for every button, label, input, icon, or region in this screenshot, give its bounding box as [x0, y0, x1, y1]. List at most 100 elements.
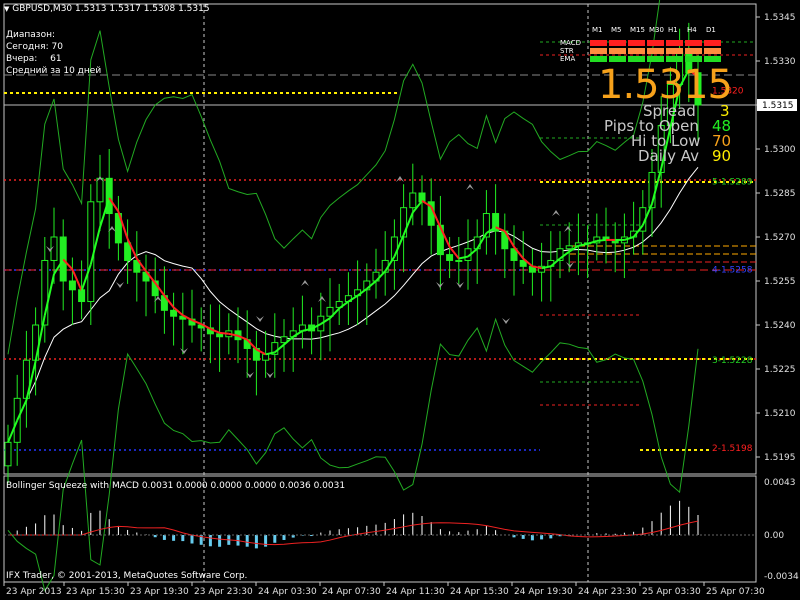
range-title: Диапазон:	[6, 30, 56, 40]
candle-body	[78, 289, 86, 303]
daily-av-value: 90	[712, 147, 732, 165]
price-tick-label: 1.5330	[764, 57, 796, 67]
fractal-marker	[116, 282, 124, 288]
today-row: Сегодня: 70	[6, 42, 63, 52]
bollinger-bands	[7, 0, 699, 592]
matrix-timeframe-label: M1	[592, 26, 603, 34]
price-tick-label: 1.5270	[764, 233, 796, 243]
daily-av-row: Daily Av	[638, 147, 699, 165]
pivot-label: 5-1.5289	[712, 177, 753, 187]
time-tick-label: 24 Apr 11:30	[386, 587, 445, 597]
matrix-cell	[704, 48, 721, 54]
candle-body	[455, 259, 463, 262]
price-tick-label: 1.5240	[764, 321, 796, 331]
candle-body	[446, 254, 454, 261]
current-price-tag-label: 1.5315	[762, 101, 794, 111]
matrix-timeframe-label: H4	[687, 26, 697, 34]
trend-segment	[596, 238, 607, 242]
candle-body	[409, 192, 417, 209]
candle-body	[59, 236, 67, 282]
macd-tick-label: 0.00	[764, 531, 784, 541]
symbol-marker-icon: ▼	[4, 5, 10, 13]
matrix-timeframe-label: D1	[706, 26, 716, 34]
yesterday-row: Вчера: 61	[6, 54, 62, 64]
price-axis: 1.5345 1.5330 1.5315 1.5300 1.5285 1.5270 1.52…	[756, 13, 799, 582]
trend-segment	[219, 331, 229, 335]
fractal-marker	[266, 372, 274, 378]
time-tick-label: 25 Apr 07:30	[706, 587, 765, 597]
fractal-marker	[566, 262, 574, 268]
matrix-cell	[666, 40, 683, 46]
time-axis: 23 Apr 2013 23 Apr 15:30 23 Apr 19:30 23 Ap…	[3, 582, 765, 597]
fractal-marker	[456, 282, 464, 288]
avg-range-row: Средний за 10 дней	[6, 66, 102, 76]
time-tick-label: 24 Apr 23:30	[578, 587, 637, 597]
price-tick-label: 1.5255	[764, 277, 796, 287]
matrix-cell	[685, 48, 702, 54]
time-tick-label: 24 Apr 07:30	[322, 587, 381, 597]
matrix-cell	[647, 48, 664, 54]
matrix-cell	[666, 48, 683, 54]
price-tick-label: 1.5300	[764, 145, 796, 155]
fractal-marker	[502, 318, 510, 324]
candle-body	[418, 192, 426, 203]
fractal-marker	[466, 184, 474, 190]
fractal-marker	[180, 348, 188, 354]
copyright: IFX Trader, © 2001-2013, MetaQuotes Soft…	[6, 571, 248, 581]
matrix-cell	[704, 40, 721, 46]
matrix-timeframe-label: H1	[668, 26, 678, 34]
macd-tick-label: 0.0043	[764, 478, 796, 488]
fractal-marker	[564, 226, 572, 232]
time-tick-label: 23 Apr 2013	[6, 587, 62, 597]
time-tick-label: 24 Apr 15:30	[450, 587, 509, 597]
matrix-row-label: STR	[560, 47, 574, 55]
candle-body	[4, 441, 12, 467]
matrix-row-label: MACD	[560, 39, 581, 47]
matrix-timeframe-label: M30	[649, 26, 664, 34]
time-tick-label: 24 Apr 19:30	[514, 587, 573, 597]
time-tick-label: 23 Apr 19:30	[130, 587, 189, 597]
candle-body	[170, 309, 178, 317]
candle-body	[105, 177, 113, 215]
pivot-label: 2-1.5198	[712, 444, 753, 454]
candle-body	[565, 245, 573, 250]
macd-histogram	[4, 500, 756, 549]
matrix-cell	[685, 40, 702, 46]
fractal-marker	[301, 280, 309, 286]
matrix-row-label: EMA	[560, 55, 575, 63]
price-tick-label: 1.5225	[764, 365, 796, 375]
matrix-cell	[647, 40, 664, 46]
trend-segment	[587, 239, 598, 245]
fractal-marker	[396, 176, 404, 182]
time-tick-label: 23 Apr 23:30	[194, 587, 253, 597]
matrix-cell	[590, 40, 607, 46]
fractal-marker	[256, 316, 264, 322]
matrix-cell	[628, 40, 645, 46]
price-tick-label: 1.5210	[764, 409, 796, 419]
price-tick-label: 1.5195	[764, 453, 796, 463]
candle-body	[216, 333, 224, 338]
symbol-line: GBPUSD,M30 1.5313 1.5317 1.5308 1.5315	[12, 4, 210, 14]
fractal-marker	[552, 210, 560, 216]
candle-body	[262, 353, 270, 361]
matrix-cell	[628, 48, 645, 54]
matrix-timeframe-label: M15	[630, 26, 645, 34]
trend-line	[7, 68, 699, 443]
fractal-marker	[318, 296, 326, 302]
price-tick-label: 1.5345	[764, 13, 796, 23]
candle-body	[87, 201, 95, 303]
symbol-header: ▼ GBPUSD,M30 1.5313 1.5317 1.5308 1.5315	[4, 3, 210, 15]
pivot-label: 4-1.5258	[712, 265, 753, 275]
macd-title: Bollinger Squeeze with MACD 0.0031 0.000…	[6, 481, 346, 491]
matrix-cell	[609, 40, 626, 46]
time-tick-label: 25 Apr 03:30	[642, 587, 701, 597]
signal-matrix: M1 M5 M15 M30 H1 H4 D1 MACDSTREMA	[560, 26, 721, 63]
matrix-cell	[590, 48, 607, 54]
candle-body	[68, 280, 76, 291]
time-tick-label: 24 Apr 03:30	[258, 587, 317, 597]
range-info-panel: Диапазон: Сегодня: 70 Вчера: 61 Средний …	[6, 29, 101, 77]
fractal-markers	[46, 176, 574, 378]
pivot-label: 3-1.5228	[712, 356, 753, 366]
macd-tick-label: -0.0034	[764, 572, 799, 582]
candle-body	[96, 177, 104, 203]
